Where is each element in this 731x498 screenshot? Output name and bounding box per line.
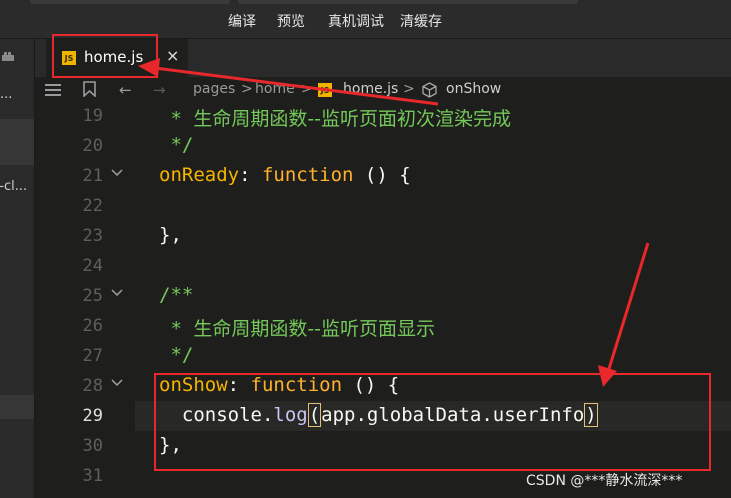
red-arrow-to-code — [598, 242, 650, 387]
code-highlight-box — [154, 373, 711, 471]
annotation-layer — [52, 34, 711, 471]
csdn-watermark: CSDN @***静水流深*** — [526, 473, 683, 489]
red-arrow-to-tab — [138, 58, 439, 106]
tab-highlight-box — [52, 34, 158, 78]
